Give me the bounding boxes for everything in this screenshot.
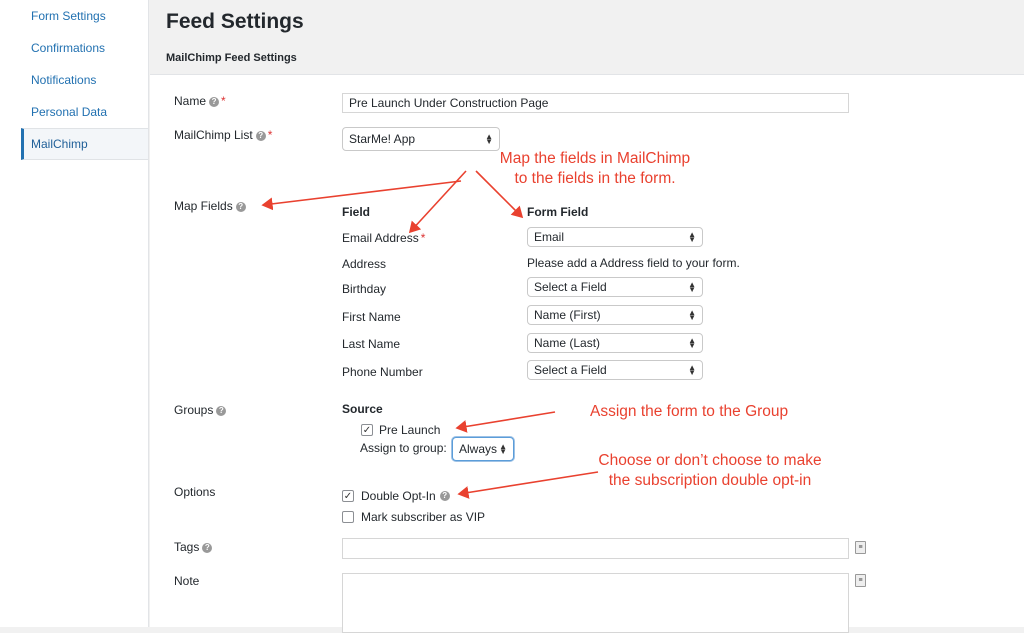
arrow-to-form-field [475,170,524,219]
arrow-to-map-fields [261,180,462,211]
arrow-to-email-address [408,170,467,234]
arrow-to-double-optin [457,471,599,499]
annotation-arrows [261,170,599,499]
arrow-to-group [455,411,556,433]
